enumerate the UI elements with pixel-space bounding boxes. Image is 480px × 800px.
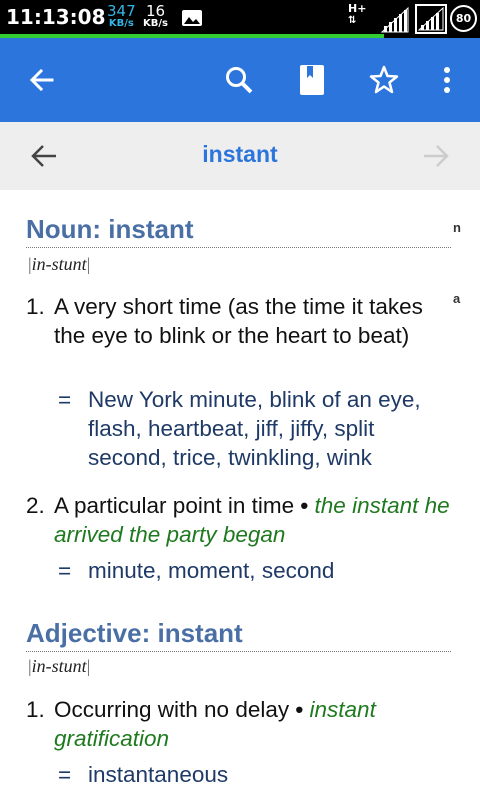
side-index-noun[interactable]: n: [453, 220, 461, 235]
synonym-list: = New York minute, blink of an eye, flas…: [58, 385, 453, 472]
definition-item: 2. A particular point in time • the inst…: [26, 493, 450, 547]
star-icon[interactable]: [362, 58, 406, 102]
synonym-marker: =: [58, 387, 72, 412]
divider: [26, 651, 451, 652]
status-time: 11:13:08: [6, 5, 106, 29]
pronunciation: |in-stunt|: [28, 656, 91, 676]
pos-heading-noun: Noun: instant: [26, 214, 194, 244]
bookmark-icon[interactable]: [290, 58, 334, 102]
divider: [26, 247, 451, 248]
synonym-links[interactable]: New York minute, blink of an eye, flash,…: [88, 385, 453, 472]
next-word-icon[interactable]: [418, 138, 454, 174]
signal-strength-2-icon: [415, 4, 447, 34]
definition-item: 1. A very short time (as the time it tak…: [26, 294, 423, 348]
word-navigation-bar: instant: [0, 122, 480, 190]
download-speed: 16 KB/s: [143, 2, 168, 29]
synonym-marker: =: [58, 762, 72, 787]
image-notification-icon: [182, 10, 202, 26]
definition-content: n a Noun: instant |in-stunt| 1. A very s…: [0, 190, 480, 800]
synonym-marker: =: [58, 558, 72, 583]
pos-heading-adjective: Adjective: instant: [26, 618, 243, 648]
more-vert-icon[interactable]: [425, 58, 469, 102]
app-bar: [0, 38, 480, 122]
search-icon[interactable]: [217, 58, 261, 102]
word-title: instant: [202, 141, 278, 167]
synonym-links[interactable]: instantaneous: [88, 760, 453, 789]
status-bar: 11:13:08 347 KB/s 16 KB/s H+ ⇅ 80: [0, 0, 480, 38]
pronunciation: |in-stunt|: [28, 254, 91, 274]
synonym-list: = minute, moment, second: [58, 556, 453, 585]
battery-icon: 80: [450, 5, 477, 32]
synonym-list: = instantaneous: [58, 760, 453, 789]
upload-speed: 347 KB/s: [107, 2, 136, 29]
definition-item: 1. Occurring with no delay • instant gra…: [26, 697, 376, 751]
signal-strength-icon: [380, 6, 409, 33]
synonym-links[interactable]: minute, moment, second: [88, 556, 453, 585]
network-type-icon: H+ ⇅: [348, 2, 367, 26]
back-arrow-icon[interactable]: [20, 58, 64, 102]
